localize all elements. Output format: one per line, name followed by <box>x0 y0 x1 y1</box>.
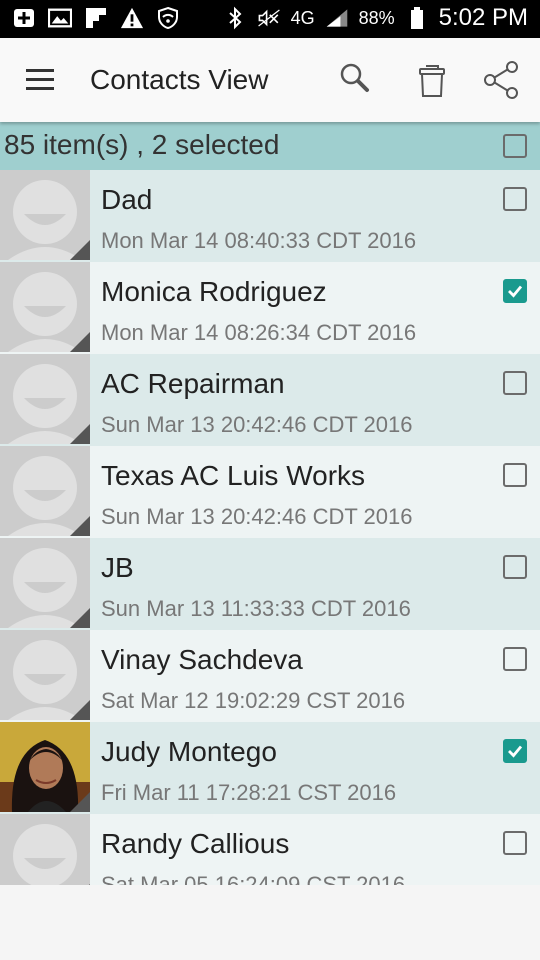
contact-select-checkbox[interactable] <box>503 831 527 855</box>
signal-icon <box>325 6 349 30</box>
trash-icon[interactable] <box>410 58 454 102</box>
contact-timestamp: Sun Mar 13 11:33:33 CDT 2016 <box>101 596 411 621</box>
contact-select-checkbox[interactable] <box>503 279 527 303</box>
contact-select-checkbox[interactable] <box>503 647 527 671</box>
contact-select-checkbox[interactable] <box>503 187 527 211</box>
contact-name: Texas AC Luis Works <box>101 460 366 491</box>
menu-icon[interactable] <box>24 66 56 94</box>
contact-name: Randy Callious <box>101 828 290 859</box>
select-all-checkbox[interactable] <box>503 134 527 158</box>
contact-list: Dad Mon Mar 14 08:40:33 CDT 2016 Monica Ro… <box>0 170 540 885</box>
contact-select-checkbox[interactable] <box>503 739 527 763</box>
contact-row[interactable]: Judy Montego Fri Mar 11 17:28:21 CST 2016 <box>0 722 540 814</box>
battery-percent: 88% <box>358 7 395 28</box>
contact-row[interactable]: Texas AC Luis Works Sun Mar 13 20:42:46 C… <box>0 446 540 538</box>
add-box-icon <box>12 6 36 30</box>
contact-select-checkbox[interactable] <box>503 371 527 395</box>
contact-row[interactable]: Vinay Sachdeva Sat Mar 12 19:02:29 CST 20… <box>0 630 540 722</box>
avatar-placeholder-icon <box>0 354 90 444</box>
avatar-placeholder-icon <box>0 630 90 720</box>
share-icon[interactable] <box>480 58 524 102</box>
contact-name: Dad <box>101 184 153 215</box>
bluetooth-icon <box>223 6 247 30</box>
contact-name: Monica Rodriguez <box>101 276 327 307</box>
warning-icon <box>120 6 144 30</box>
contact-timestamp: Sun Mar 13 20:42:46 CDT 2016 <box>101 412 413 437</box>
contact-timestamp: Mon Mar 14 08:26:34 CDT 2016 <box>101 320 417 345</box>
shield-icon <box>156 6 180 30</box>
mute-icon <box>257 6 281 30</box>
contact-row[interactable]: Dad Mon Mar 14 08:40:33 CDT 2016 <box>0 170 540 262</box>
contact-select-checkbox[interactable] <box>503 555 527 579</box>
contact-select-checkbox[interactable] <box>503 463 527 487</box>
contact-photo <box>0 722 90 812</box>
contact-timestamp: Sun Mar 13 20:42:46 CDT 2016 <box>101 504 413 529</box>
contact-row[interactable]: JB Sun Mar 13 11:33:33 CDT 2016 <box>0 538 540 630</box>
page-title: Contacts View <box>90 64 269 95</box>
contact-name: AC Repairman <box>101 368 285 399</box>
flipboard-icon <box>84 6 108 30</box>
network-type: 4G <box>290 7 315 28</box>
search-icon[interactable] <box>333 58 377 102</box>
contact-timestamp: Sat Mar 12 19:02:29 CST 2016 <box>101 688 406 713</box>
avatar-placeholder-icon <box>0 538 90 628</box>
contact-timestamp: Sat Mar 05 16:24:09 CST 2016 <box>101 872 406 885</box>
avatar-placeholder-icon <box>0 262 90 352</box>
avatar-placeholder-icon <box>0 446 90 536</box>
contact-name: JB <box>101 552 134 583</box>
app-bar: Contacts View <box>0 38 540 122</box>
contact-timestamp: Fri Mar 11 17:28:21 CST 2016 <box>101 780 397 805</box>
contact-row[interactable]: Monica Rodriguez Mon Mar 14 08:26:34 CDT … <box>0 262 540 354</box>
status-bar: 4G 88% 5:02 PM <box>0 0 540 38</box>
selection-summary-bar: 85 item(s) , 2 selected <box>0 122 540 170</box>
avatar-placeholder-icon <box>0 170 90 260</box>
contact-timestamp: Mon Mar 14 08:40:33 CDT 2016 <box>101 228 417 253</box>
avatar-placeholder-icon <box>0 814 90 885</box>
image-icon <box>48 6 72 30</box>
selection-count: 85 item(s) , 2 selected <box>4 129 280 160</box>
contact-row[interactable]: Randy Callious Sat Mar 05 16:24:09 CST 20… <box>0 814 540 885</box>
contact-name: Judy Montego <box>101 736 277 767</box>
contact-row[interactable]: AC Repairman Sun Mar 13 20:42:46 CDT 2016 <box>0 354 540 446</box>
footer-area <box>0 885 540 960</box>
status-time: 5:02 PM <box>438 4 528 31</box>
contact-name: Vinay Sachdeva <box>101 644 303 675</box>
battery-icon <box>405 6 429 30</box>
